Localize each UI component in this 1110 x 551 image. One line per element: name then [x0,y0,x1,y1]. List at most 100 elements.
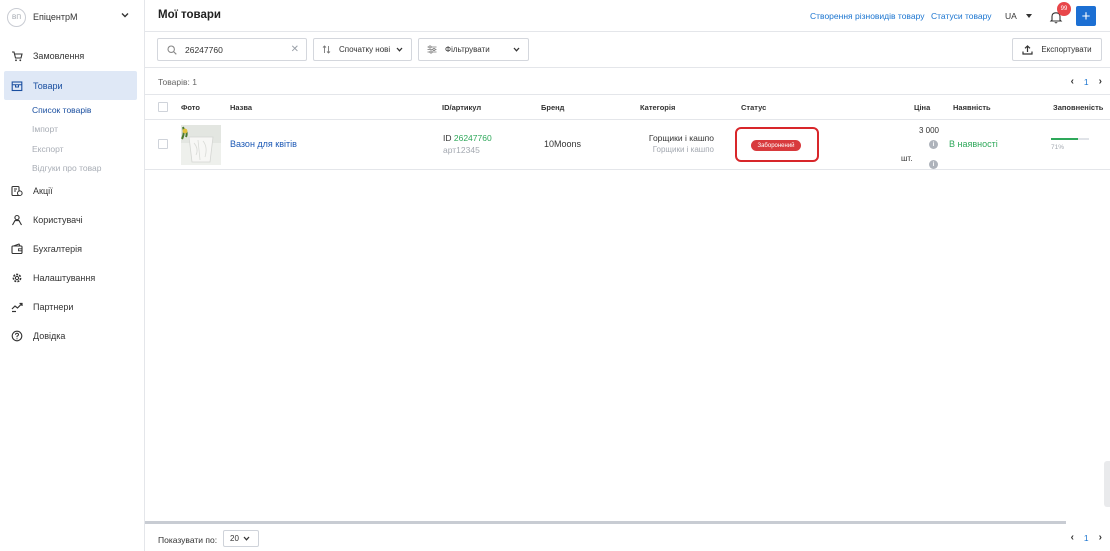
product-category: Горщики і кашпо [648,133,714,143]
sidebar-item-partners[interactable]: Партнери [4,292,137,321]
help-icon [11,330,23,342]
language-value: UA [1005,11,1017,21]
col-id[interactable]: ID/артикул [442,103,481,112]
sidebar-item-users[interactable]: Користувачі [4,205,137,234]
product-statuses-link[interactable]: Статуси товару [931,11,992,21]
sidebar: ВП ЕпіцентрМ Замовлення Товари Список то… [0,0,145,551]
next-page-icon[interactable]: › [1099,532,1102,543]
sidebar-item-label: Акції [33,185,53,196]
store-avatar: ВП [7,7,26,27]
top-pagination: ‹ 1 › [1071,76,1102,87]
sidebar-subitem-export[interactable]: Експорт [32,144,64,154]
per-page-value: 20 [230,534,239,543]
list-summary-bar: Товарів: 1 ‹ 1 › [145,68,1110,95]
product-count: Товарів: 1 [158,77,197,87]
export-button[interactable]: Експортувати [1012,38,1102,61]
col-brand[interactable]: Бренд [541,103,564,112]
row-checkbox[interactable] [158,139,168,149]
fill-progress-bar [1051,138,1078,140]
gear-icon [11,272,23,284]
sidebar-subitem-import[interactable]: Імпорт [32,124,58,134]
box-icon [11,80,23,92]
add-product-button[interactable]: + [1076,6,1096,26]
language-selector[interactable]: UA [1005,11,1032,21]
col-price[interactable]: Ціна [914,103,930,112]
clear-search-icon[interactable]: ✕ [291,44,299,55]
product-id: ID 26247760 [443,133,492,143]
fill-percent: 71% [1051,144,1065,151]
store-switcher[interactable]: ВП ЕпіцентрМ [7,7,139,27]
price-info-icon[interactable]: i [929,140,938,149]
col-availability[interactable]: Наявність [953,103,991,112]
store-name: ЕпіцентрМ [33,12,78,22]
chevron-down-icon [243,536,250,541]
sort-dropdown[interactable]: Спочатку нові [313,38,413,61]
col-name[interactable]: Назва [230,103,252,112]
sidebar-subitem-product-list[interactable]: Список товарів [32,105,91,115]
chevron-down-icon [396,47,403,52]
current-page[interactable]: 1 [1084,533,1089,543]
search-input[interactable] [185,44,275,55]
unit-info-icon[interactable]: i [929,160,938,169]
filter-dropdown[interactable]: Фільтрувати [418,38,529,61]
caret-down-icon [1025,14,1032,18]
per-page-label: Показувати по: [158,535,218,545]
table-footer: Показувати по: 20 ‹ 1 › [145,524,1110,551]
chevron-down-icon [121,13,129,18]
sidebar-item-label: Користувачі [33,214,83,225]
product-subcategory: Горщики і кашпо [652,145,714,154]
page-title: Мої товари [158,9,221,21]
side-panel-handle[interactable] [1104,461,1110,507]
search-box: ✕ [157,38,307,61]
table-header: Фото Назва ID/артикул Бренд Категорія Ст… [145,95,1110,120]
product-id-link[interactable]: 26247760 [454,133,492,143]
sidebar-item-accounting[interactable]: Бухгалтерія [4,234,137,263]
promo-icon [11,185,23,197]
col-category[interactable]: Категорія [640,103,675,112]
create-variants-link[interactable]: Створення різновидів товару [810,11,924,21]
select-all-checkbox[interactable] [158,102,168,112]
product-name-link[interactable]: Вазон для квітів [230,139,297,149]
notifications-badge: 99 [1057,2,1071,16]
per-page-select[interactable]: 20 [223,530,259,547]
product-photo[interactable] [181,125,221,165]
export-label: Експортувати [1041,45,1092,54]
sort-label: Спочатку нові [339,45,391,54]
sidebar-item-promotions[interactable]: Акції [4,176,137,205]
filter-icon [427,45,437,54]
fill-progress-track [1051,138,1089,140]
sidebar-item-label: Замовлення [33,50,85,61]
prev-page-icon[interactable]: ‹ [1071,76,1074,87]
next-page-icon[interactable]: › [1099,76,1102,87]
sort-icon [322,45,331,54]
table-row[interactable]: Вазон для квітів ID 26247760 арт12345 10… [145,120,1110,170]
sidebar-item-label: Бухгалтерія [33,243,82,254]
chevron-down-icon [513,47,520,52]
sidebar-subitem-reviews[interactable]: Відгуки про товар [32,163,102,173]
toolbar: ✕ Спочатку нові Фільтрувати Експортувати [145,32,1110,68]
search-icon [167,44,177,55]
filter-label: Фільтрувати [445,45,490,54]
prev-page-icon[interactable]: ‹ [1071,532,1074,543]
col-photo: Фото [181,103,200,112]
col-status[interactable]: Статус [741,103,766,112]
status-badge: Заборонений [751,140,801,151]
sidebar-item-orders[interactable]: Замовлення [4,41,137,70]
handshake-icon [11,301,23,313]
users-icon [11,214,23,226]
cart-icon [11,50,23,62]
sidebar-item-settings[interactable]: Налаштування [4,263,137,292]
sidebar-item-help[interactable]: Довідка [4,321,137,350]
current-page[interactable]: 1 [1084,77,1089,87]
col-fill[interactable]: Заповненість [1053,103,1103,112]
product-price: 3 000 [918,126,939,135]
sidebar-item-products[interactable]: Товари [4,71,137,100]
sidebar-item-label: Партнери [33,301,74,312]
price-unit: шт. [901,154,913,163]
sidebar-item-label: Довідка [33,330,66,341]
upload-icon [1022,44,1033,55]
product-article: арт12345 [443,145,480,155]
wallet-icon [11,242,23,255]
id-prefix: ID [443,133,454,143]
product-brand: 10Moons [544,139,582,149]
